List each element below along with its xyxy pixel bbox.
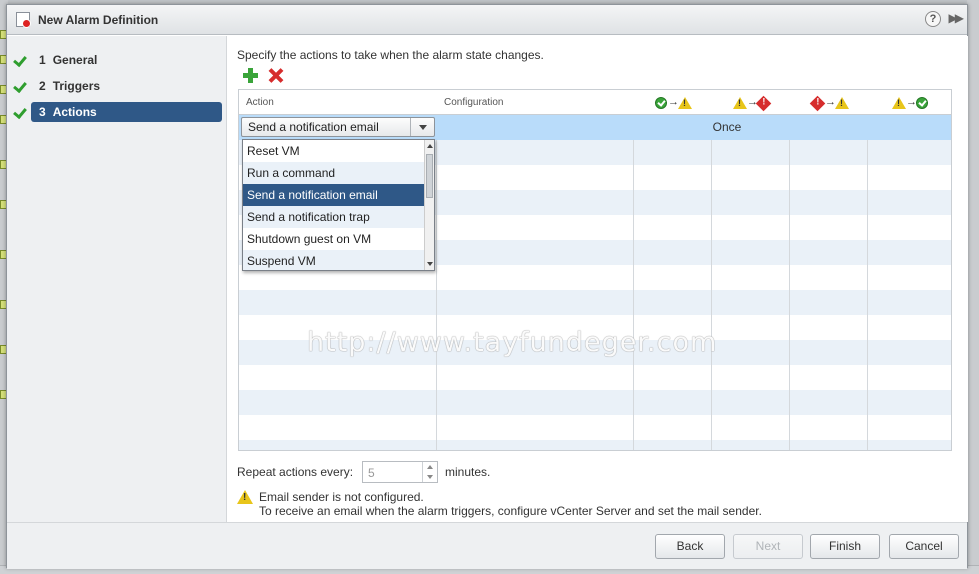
- repeat-interval-stepper[interactable]: 5: [362, 461, 438, 483]
- scroll-up-icon[interactable]: [427, 144, 433, 148]
- new-alarm-definition-dialog: New Alarm Definition ? ▶▶ 1 General 2 Trig…: [6, 4, 968, 569]
- instruction-text: Specify the actions to take when the ala…: [237, 48, 544, 62]
- alarm-definition-icon: [16, 12, 31, 28]
- dialog-title: New Alarm Definition: [38, 13, 159, 27]
- grid-column-divider: [712, 90, 790, 450]
- ok-icon: [655, 97, 667, 109]
- step-label: Actions: [52, 105, 97, 119]
- action-select-value: Send a notification email: [248, 120, 379, 134]
- step-general[interactable]: 1 General: [31, 50, 222, 70]
- grid-column-divider: [437, 90, 634, 450]
- grid-column-divider: [634, 90, 712, 450]
- step-number: 1: [39, 53, 46, 67]
- stepper-up-icon[interactable]: [427, 465, 433, 469]
- grid-header: Action Configuration → → → →: [239, 90, 951, 115]
- repeat-unit-label: minutes.: [445, 465, 491, 479]
- finish-button[interactable]: Finish: [810, 534, 880, 559]
- step-number: 2: [39, 79, 46, 93]
- dropdown-option-shutdown-guest[interactable]: Shutdown guest on VM: [243, 228, 425, 250]
- action-dropdown-list[interactable]: Reset VM Run a command Send a notificati…: [242, 139, 435, 271]
- check-icon: [14, 106, 26, 118]
- warning-icon: [835, 97, 849, 109]
- frequency-cell[interactable]: Once: [634, 115, 820, 140]
- next-button[interactable]: Next: [733, 534, 803, 559]
- actions-grid: Action Configuration → → → → Send a noti…: [238, 89, 952, 451]
- dropdown-option-run-command[interactable]: Run a command: [243, 162, 425, 184]
- dropdown-option-send-trap[interactable]: Send a notification trap: [243, 206, 425, 228]
- email-warning-detail: To receive an email when the alarm trigg…: [259, 504, 762, 518]
- back-button[interactable]: Back: [655, 534, 725, 559]
- stepper-arrows[interactable]: [422, 462, 437, 482]
- action-select[interactable]: Send a notification email: [241, 117, 435, 137]
- repeat-interval-value: 5: [368, 466, 375, 480]
- ok-icon: [916, 97, 928, 109]
- email-warning-text: Email sender is not configured.: [259, 490, 424, 504]
- help-icon[interactable]: ?: [925, 11, 941, 27]
- critical-icon: [809, 95, 826, 112]
- dialog-titlebar: New Alarm Definition ? ▶▶: [7, 5, 967, 35]
- scroll-down-icon[interactable]: [427, 262, 433, 266]
- warning-icon: [237, 490, 253, 504]
- wizard-steps: 1 General 2 Triggers 3 Actions: [7, 36, 227, 522]
- dropdown-option-send-email[interactable]: Send a notification email: [243, 184, 425, 206]
- column-header-configuration[interactable]: Configuration: [437, 90, 503, 115]
- dropdown-scrollbar[interactable]: [424, 140, 434, 270]
- warning-icon: [678, 97, 692, 109]
- dropdown-option-suspend-vm[interactable]: Suspend VM: [243, 250, 425, 270]
- check-icon: [14, 80, 26, 92]
- step-label: Triggers: [52, 79, 101, 93]
- warning-icon: [892, 97, 906, 109]
- delete-action-icon[interactable]: [268, 68, 283, 83]
- actions-panel: Specify the actions to take when the ala…: [228, 36, 968, 522]
- watermark: http://www.tayfundeger.com: [307, 327, 718, 358]
- critical-icon: [755, 95, 772, 112]
- stepper-down-icon[interactable]: [427, 475, 433, 479]
- step-actions[interactable]: 3 Actions: [31, 102, 222, 122]
- repeat-actions-label: Repeat actions every:: [237, 465, 354, 479]
- warning-icon: [733, 97, 747, 109]
- step-label: General: [52, 53, 98, 67]
- column-header-action[interactable]: Action: [239, 90, 274, 115]
- grid-column-divider: [790, 90, 868, 450]
- expand-icon[interactable]: ▶▶: [949, 11, 965, 25]
- step-triggers[interactable]: 2 Triggers: [31, 76, 222, 96]
- cancel-button[interactable]: Cancel: [889, 534, 959, 559]
- check-icon: [14, 54, 26, 66]
- dialog-footer: Back Next Finish Cancel: [7, 522, 967, 569]
- selected-action-row[interactable]: Send a notification email Once: [239, 115, 951, 140]
- scroll-thumb[interactable]: [426, 154, 433, 198]
- add-action-icon[interactable]: [243, 68, 258, 83]
- step-number: 3: [39, 105, 46, 119]
- chevron-down-icon[interactable]: [410, 118, 434, 136]
- background-right-panel: [967, 0, 979, 574]
- dropdown-option-reset-vm[interactable]: Reset VM: [243, 140, 425, 162]
